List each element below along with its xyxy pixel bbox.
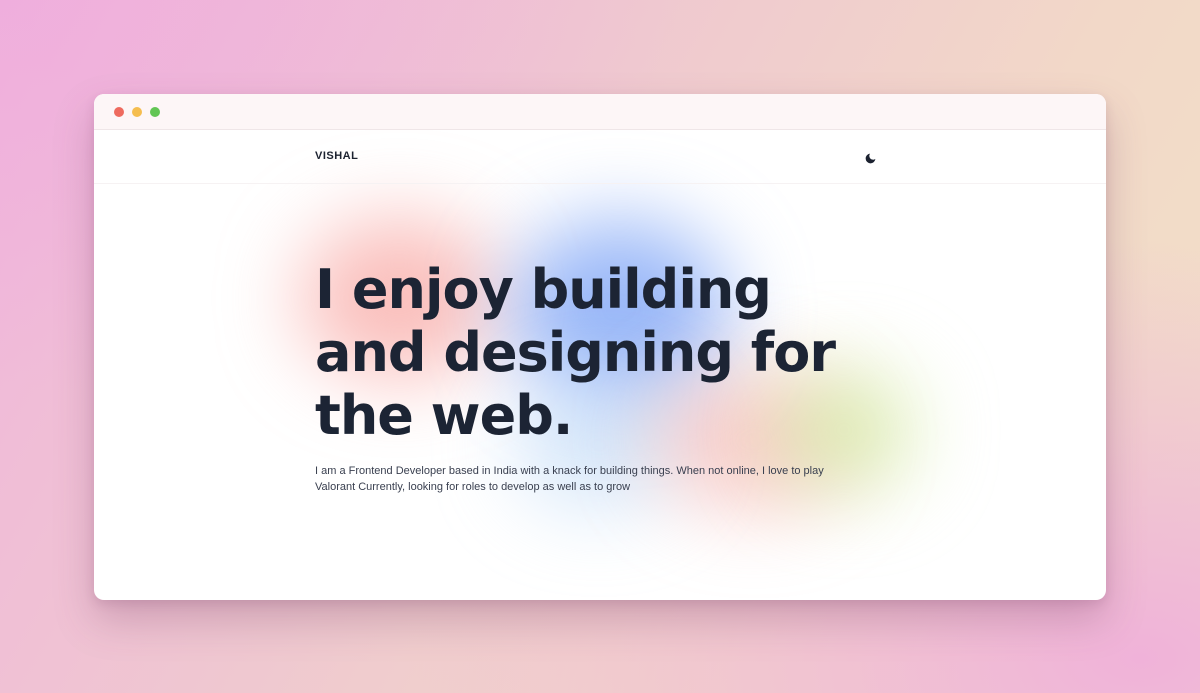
hero-description-line: Valorant Currently, looking for roles to… xyxy=(315,481,631,493)
hero-description-line: I am a Frontend Developer based in India… xyxy=(315,465,824,477)
site-logo[interactable]: VISHAL xyxy=(315,150,358,162)
minimize-window-button[interactable] xyxy=(132,106,142,117)
hero-heading-line: the web. xyxy=(315,384,573,447)
window-titlebar xyxy=(94,94,1106,130)
maximize-window-button[interactable] xyxy=(150,106,160,117)
page-content: VISHAL I enjoy building and designing fo… xyxy=(94,130,1106,600)
hero-heading-line: and designing for xyxy=(315,321,836,384)
hero-description: I am a Frontend Developer based in India… xyxy=(315,463,885,495)
hero-heading-line: I enjoy building xyxy=(315,258,772,321)
close-window-button[interactable] xyxy=(114,106,124,117)
browser-window: VISHAL I enjoy building and designing fo… xyxy=(94,94,1106,600)
moon-icon xyxy=(865,153,875,163)
theme-toggle-button[interactable] xyxy=(860,148,880,168)
hero-heading: I enjoy building and designing for the w… xyxy=(315,258,935,447)
site-header: VISHAL xyxy=(94,130,1106,184)
